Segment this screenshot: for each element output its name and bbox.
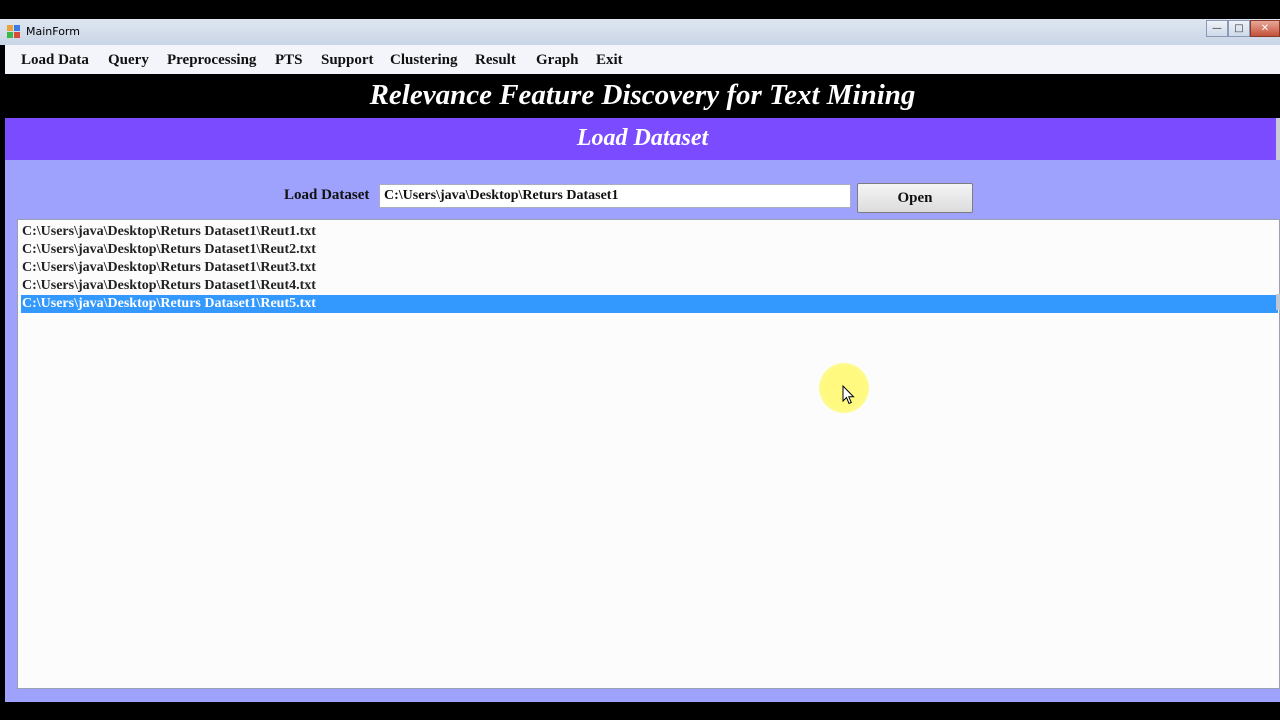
list-item[interactable]: C:\Users\java\Desktop\Returs Dataset1\Re… xyxy=(21,223,1278,241)
menu-item-pts[interactable]: PTS xyxy=(275,52,303,69)
subbanner-scroll-edge xyxy=(1276,118,1280,160)
menu-item-result[interactable]: Result xyxy=(475,52,516,69)
screen-top-border xyxy=(0,0,1280,19)
window-controls: — □ ✕ xyxy=(1206,20,1280,38)
menu-item-support[interactable]: Support xyxy=(321,52,374,69)
list-item[interactable]: C:\Users\java\Desktop\Returs Dataset1\Re… xyxy=(21,277,1278,295)
menu-item-graph[interactable]: Graph xyxy=(536,52,579,69)
file-listbox[interactable]: C:\Users\java\Desktop\Returs Dataset1\Re… xyxy=(17,219,1280,689)
list-item[interactable]: C:\Users\java\Desktop\Returs Dataset1\Re… xyxy=(21,241,1278,259)
mouse-pointer-icon xyxy=(842,385,855,405)
open-button[interactable]: Open xyxy=(857,183,973,213)
window-title: MainForm xyxy=(26,25,80,38)
menu-item-clustering[interactable]: Clustering xyxy=(390,52,458,69)
list-item[interactable]: C:\Users\java\Desktop\Returs Dataset1\Re… xyxy=(21,259,1278,277)
menu-item-query[interactable]: Query xyxy=(108,52,149,69)
minimize-button[interactable]: — xyxy=(1206,20,1228,37)
menu-item-preprocessing[interactable]: Preprocessing xyxy=(167,52,256,69)
list-scroll-edge xyxy=(1276,294,1280,310)
menu-item-exit[interactable]: Exit xyxy=(596,52,623,69)
window-titlebar[interactable]: MainForm — □ ✕ xyxy=(0,19,1280,45)
dataset-path-input[interactable] xyxy=(379,184,851,208)
panel-bottom-edge xyxy=(5,689,1280,702)
list-item-selected[interactable]: C:\Users\java\Desktop\Returs Dataset1\Re… xyxy=(21,295,1278,313)
load-dataset-label: Load Dataset xyxy=(284,187,370,203)
menu-item-load-data[interactable]: Load Data xyxy=(21,52,89,69)
section-title-banner: Load Dataset xyxy=(5,118,1280,160)
app-title-banner: Relevance Feature Discovery for Text Min… xyxy=(5,74,1280,118)
close-button[interactable]: ✕ xyxy=(1250,20,1280,37)
screen-bottom-border xyxy=(0,702,1280,720)
app-icon xyxy=(7,25,20,38)
maximize-button[interactable]: □ xyxy=(1228,20,1250,37)
menu-bar: Load Data Query Preprocessing PTS Suppor… xyxy=(5,45,1280,75)
